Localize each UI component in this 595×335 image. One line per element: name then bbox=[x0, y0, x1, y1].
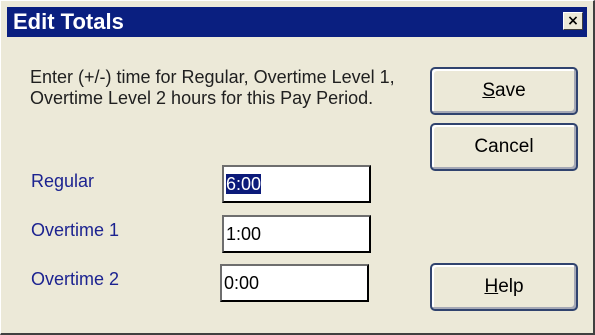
help-button[interactable]: Help bbox=[430, 263, 578, 311]
help-label-rest: elp bbox=[498, 276, 524, 297]
overtime-1-input-value: 1:00 bbox=[226, 224, 262, 244]
edit-totals-dialog: Edit Totals × Enter (+/-) time for Regul… bbox=[0, 0, 595, 335]
cancel-button[interactable]: Cancel bbox=[430, 123, 578, 171]
save-button[interactable]: Save bbox=[430, 67, 578, 115]
cancel-label: Cancel bbox=[474, 136, 534, 157]
title-bar[interactable]: Edit Totals × bbox=[7, 7, 587, 37]
overtime-1-input[interactable]: 1:00 bbox=[222, 215, 371, 253]
close-icon: × bbox=[567, 13, 579, 29]
instructions-text: Enter (+/-) time for Regular, Overtime L… bbox=[30, 67, 395, 108]
overtime-2-input-value: 0:00 bbox=[224, 273, 260, 293]
regular-input[interactable]: 6:00 bbox=[222, 165, 371, 203]
overtime-2-input[interactable]: 0:00 bbox=[220, 264, 369, 302]
help-accelerator: H bbox=[484, 276, 499, 297]
regular-label: Regular bbox=[31, 171, 95, 191]
dialog-title: Edit Totals bbox=[13, 9, 124, 34]
overtime-1-label: Overtime 1 bbox=[31, 220, 120, 240]
save-accelerator: S bbox=[482, 80, 496, 101]
close-button[interactable]: × bbox=[563, 12, 583, 30]
regular-input-value: 6:00 bbox=[226, 174, 262, 194]
save-label-rest: ave bbox=[495, 80, 526, 101]
overtime-2-label: Overtime 2 bbox=[31, 269, 120, 289]
